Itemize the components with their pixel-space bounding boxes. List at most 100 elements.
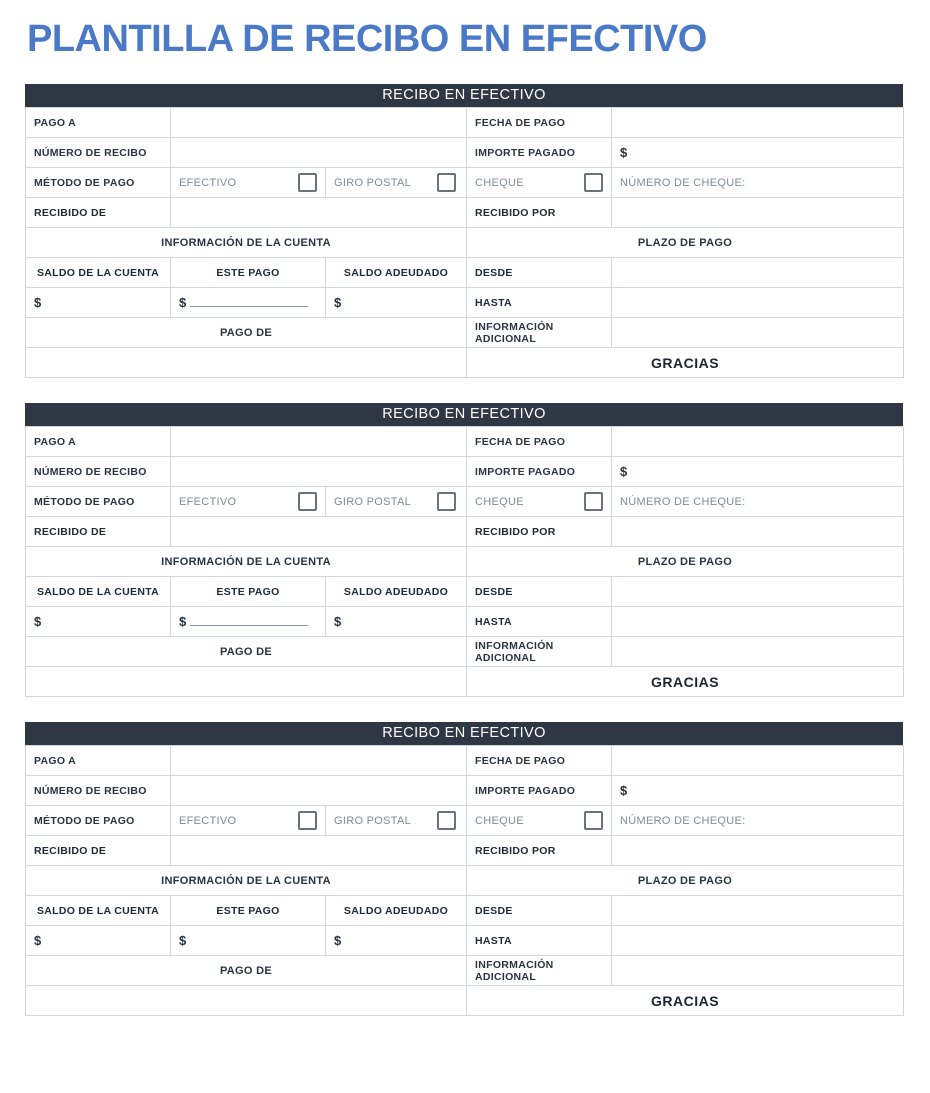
field-pago-a[interactable] — [170, 745, 467, 776]
field-numero-de-cheque[interactable]: NÚMERO DE CHEQUE: — [611, 486, 904, 517]
table-row: NÚMERO DE RECIBO IMPORTE PAGADO $ — [25, 456, 904, 487]
option-efectivo[interactable]: EFECTIVO — [170, 805, 326, 836]
field-recibido-por[interactable] — [611, 835, 904, 866]
field-pago-de[interactable] — [25, 666, 467, 697]
field-saldo-adeudado[interactable]: $ — [325, 287, 467, 318]
section-header-pago-de: PAGO DE — [25, 317, 467, 348]
label-informacion-adicional: INFORMACIÓN ADICIONAL — [466, 317, 612, 348]
field-pago-a[interactable] — [170, 107, 467, 138]
option-giro-postal[interactable]: GIRO POSTAL — [325, 167, 467, 198]
field-este-pago[interactable]: $ — [170, 925, 326, 956]
label-metodo-de-pago: MÉTODO DE PAGO — [25, 486, 171, 517]
column-header-este-pago: ESTE PAGO — [170, 257, 326, 288]
option-cheque[interactable]: CHEQUE — [466, 805, 612, 836]
column-header-saldo-de-la-cuenta: SALDO DE LA CUENTA — [25, 895, 171, 926]
section-header-plazo-de-pago: PLAZO DE PAGO — [466, 227, 904, 258]
label-giro-postal: GIRO POSTAL — [334, 814, 412, 827]
option-cheque[interactable]: CHEQUE — [466, 167, 612, 198]
field-importe-pagado[interactable]: $ — [611, 775, 904, 806]
checkbox-giro-postal-icon[interactable] — [437, 173, 457, 192]
checkbox-efectivo-icon[interactable] — [298, 492, 317, 511]
field-pago-a[interactable] — [170, 426, 467, 457]
field-recibido-por[interactable] — [611, 516, 904, 547]
currency-symbol: $ — [34, 295, 42, 310]
field-saldo-adeudado[interactable]: $ — [325, 606, 467, 637]
field-hasta[interactable] — [611, 925, 904, 956]
checkbox-efectivo-icon[interactable] — [298, 173, 317, 192]
field-desde[interactable] — [611, 257, 904, 288]
checkbox-cheque-icon[interactable] — [584, 173, 603, 192]
label-recibido-por: RECIBIDO POR — [466, 835, 612, 866]
table-row: INFORMACIÓN DE LA CUENTA PLAZO DE PAGO — [25, 227, 904, 258]
section-header-pago-de: PAGO DE — [25, 636, 467, 667]
field-fecha-de-pago[interactable] — [611, 426, 904, 457]
column-header-saldo-adeudado: SALDO ADEUDADO — [325, 257, 467, 288]
table-row: INFORMACIÓN DE LA CUENTA PLAZO DE PAGO — [25, 546, 904, 577]
field-recibido-de[interactable] — [170, 516, 467, 547]
field-saldo-de-la-cuenta[interactable]: $ — [25, 925, 171, 956]
checkbox-giro-postal-icon[interactable] — [437, 811, 457, 830]
table-row: NÚMERO DE RECIBO IMPORTE PAGADO $ — [25, 775, 904, 806]
receipt-header-title: RECIBO EN EFECTIVO — [25, 403, 903, 426]
label-informacion-adicional: INFORMACIÓN ADICIONAL — [466, 955, 612, 986]
field-numero-de-cheque[interactable]: NÚMERO DE CHEQUE: — [611, 167, 904, 198]
field-numero-de-recibo[interactable] — [170, 775, 467, 806]
field-saldo-de-la-cuenta[interactable]: $ — [25, 287, 171, 318]
field-importe-pagado[interactable]: $ — [611, 137, 904, 168]
label-recibido-por: RECIBIDO POR — [466, 516, 612, 547]
este-pago-rule — [190, 934, 308, 945]
label-metodo-de-pago: MÉTODO DE PAGO — [25, 167, 171, 198]
option-giro-postal[interactable]: GIRO POSTAL — [325, 805, 467, 836]
label-desde: DESDE — [466, 576, 612, 607]
field-saldo-de-la-cuenta[interactable]: $ — [25, 606, 171, 637]
field-informacion-adicional[interactable] — [611, 317, 904, 348]
field-fecha-de-pago[interactable] — [611, 745, 904, 776]
field-numero-de-recibo[interactable] — [170, 137, 467, 168]
field-informacion-adicional[interactable] — [611, 636, 904, 667]
cash-receipt-block: RECIBO EN EFECTIVO PAGO A FECHA DE PAGO — [25, 403, 904, 697]
receipt-grid: PAGO A FECHA DE PAGO NÚMERO DE RECIBO IM… — [25, 745, 904, 1016]
option-cheque[interactable]: CHEQUE — [466, 486, 612, 517]
checkbox-efectivo-icon[interactable] — [298, 811, 317, 830]
currency-symbol: $ — [334, 295, 342, 310]
field-fecha-de-pago[interactable] — [611, 107, 904, 138]
field-numero-de-cheque[interactable]: NÚMERO DE CHEQUE: — [611, 805, 904, 836]
option-efectivo[interactable]: EFECTIVO — [170, 167, 326, 198]
field-informacion-adicional[interactable] — [611, 955, 904, 986]
label-hasta: HASTA — [466, 606, 612, 637]
field-desde[interactable] — [611, 576, 904, 607]
field-este-pago[interactable]: $ — [170, 287, 326, 318]
field-este-pago[interactable]: $ — [170, 606, 326, 637]
label-recibido-de: RECIBIDO DE — [25, 835, 171, 866]
field-importe-pagado[interactable]: $ — [611, 456, 904, 487]
este-pago-rule — [190, 614, 309, 626]
label-efectivo: EFECTIVO — [179, 176, 237, 189]
field-recibido-por[interactable] — [611, 197, 904, 228]
label-fecha-de-pago: FECHA DE PAGO — [466, 107, 612, 138]
option-efectivo[interactable]: EFECTIVO — [170, 486, 326, 517]
label-cheque: CHEQUE — [475, 814, 524, 827]
field-desde[interactable] — [611, 895, 904, 926]
table-row: GRACIAS — [25, 985, 904, 1016]
option-giro-postal[interactable]: GIRO POSTAL — [325, 486, 467, 517]
section-header-plazo-de-pago: PLAZO DE PAGO — [466, 865, 904, 896]
label-numero-de-recibo: NÚMERO DE RECIBO — [25, 456, 171, 487]
field-pago-de[interactable] — [25, 347, 467, 378]
receipt-grid: PAGO A FECHA DE PAGO NÚMERO DE RECIBO IM… — [25, 426, 904, 697]
label-numero-de-cheque: NÚMERO DE CHEQUE: — [620, 495, 746, 508]
field-hasta[interactable] — [611, 606, 904, 637]
field-saldo-adeudado[interactable]: $ — [325, 925, 467, 956]
currency-symbol: $ — [179, 933, 187, 948]
label-recibido-por: RECIBIDO POR — [466, 197, 612, 228]
label-importe-pagado: IMPORTE PAGADO — [466, 137, 612, 168]
field-recibido-de[interactable] — [170, 197, 467, 228]
field-hasta[interactable] — [611, 287, 904, 318]
checkbox-cheque-icon[interactable] — [584, 811, 603, 830]
table-row: SALDO DE LA CUENTA ESTE PAGO SALDO ADEUD… — [25, 576, 904, 607]
checkbox-cheque-icon[interactable] — [584, 492, 603, 511]
thanks-banner: GRACIAS — [466, 347, 904, 378]
checkbox-giro-postal-icon[interactable] — [437, 492, 457, 511]
field-numero-de-recibo[interactable] — [170, 456, 467, 487]
field-recibido-de[interactable] — [170, 835, 467, 866]
field-pago-de[interactable] — [25, 985, 467, 1016]
